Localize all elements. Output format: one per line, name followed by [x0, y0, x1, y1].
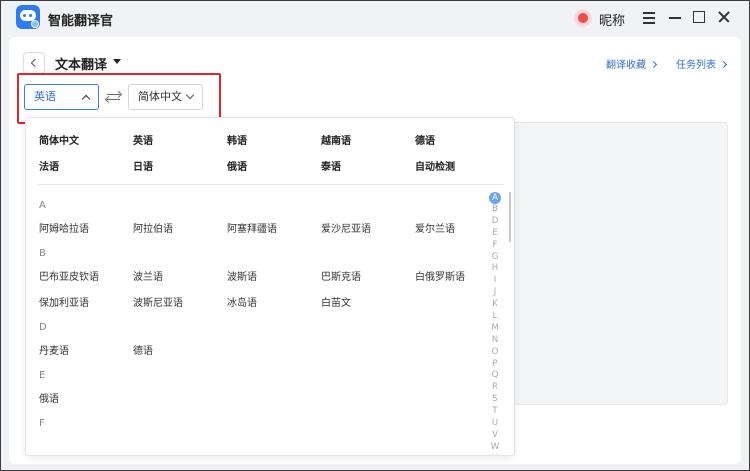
language-option[interactable]: 阿姆哈拉语 — [39, 220, 89, 235]
language-option[interactable]: 巴斯克语 — [321, 268, 361, 283]
back-button[interactable] — [23, 52, 45, 74]
letter-heading: A — [39, 200, 46, 211]
alphabet-letter[interactable]: J — [488, 287, 502, 299]
letter-heading: B — [39, 248, 46, 259]
alphabet-letter[interactable]: X — [488, 454, 502, 455]
language-option[interactable]: 巴布亚皮钦语 — [39, 268, 99, 283]
language-option[interactable]: 波兰语 — [133, 268, 163, 283]
alphabet-letter[interactable]: P — [488, 359, 502, 371]
caret-down-icon[interactable] — [113, 59, 121, 64]
app-title: 智能翻译官 — [48, 14, 114, 29]
alphabet-letter[interactable]: V — [488, 430, 502, 442]
language-option[interactable]: 自动检测 — [415, 158, 455, 173]
language-option[interactable]: 俄语 — [39, 390, 59, 405]
app-logo-icon — [16, 5, 40, 29]
title-bar: 智能翻译官 昵称 — [1, 1, 749, 35]
alphabet-letter[interactable]: K — [488, 299, 502, 311]
language-option[interactable]: 法语 — [39, 158, 59, 173]
alphabet-letter[interactable]: U — [488, 418, 502, 430]
close-icon[interactable] — [714, 7, 734, 27]
alphabet-letter[interactable]: D — [488, 216, 502, 228]
alphabet-index: ABDEFGHIJKLMNOPQRSTUVWXYZ — [488, 192, 502, 455]
alphabet-letter[interactable]: E — [488, 228, 502, 240]
alphabet-letter[interactable]: A — [489, 192, 501, 204]
alphabet-letter[interactable]: R — [488, 382, 502, 394]
alphabet-letter[interactable]: S — [488, 394, 502, 406]
favorites-link[interactable]: 翻译收藏 — [606, 56, 658, 71]
language-option[interactable]: 阿塞拜疆语 — [227, 220, 277, 235]
page-title[interactable]: 文本翻译 — [55, 54, 107, 73]
language-dropdown: 简体中文 英语 韩语 越南语 德语 法语 日语 俄语 泰语 自动检测 A 阿姆哈… — [25, 117, 515, 456]
language-option[interactable]: 冰岛语 — [227, 294, 257, 309]
chevron-right-icon — [719, 60, 728, 69]
language-option[interactable]: 阿拉伯语 — [133, 220, 173, 235]
scrollbar[interactable] — [509, 192, 511, 242]
alphabet-letter[interactable]: Q — [488, 370, 502, 382]
alphabet-letter[interactable]: N — [488, 335, 502, 347]
alphabet-letter[interactable]: B — [488, 204, 502, 216]
language-option[interactable]: 简体中文 — [39, 132, 79, 147]
alphabet-letter[interactable]: F — [488, 240, 502, 252]
tasks-link[interactable]: 任务列表 — [676, 56, 728, 71]
language-option[interactable]: 波斯尼亚语 — [133, 294, 183, 309]
menu-icon[interactable] — [639, 7, 659, 27]
maximize-icon[interactable] — [689, 7, 709, 27]
language-option[interactable]: 俄语 — [227, 158, 247, 173]
language-option[interactable]: 德语 — [415, 132, 435, 147]
language-option[interactable]: 泰语 — [321, 158, 341, 173]
language-option[interactable]: 日语 — [133, 158, 153, 173]
alphabet-letter[interactable]: L — [488, 311, 502, 323]
language-option[interactable]: 越南语 — [321, 132, 351, 147]
letter-heading: D — [39, 322, 47, 333]
minimize-icon[interactable] — [665, 7, 685, 27]
app-window: 智能翻译官 昵称 文本翻译 翻译收藏 任务列表 英语 简体中文 简体中文 英语 … — [0, 0, 750, 471]
language-option[interactable]: 爱沙尼亚语 — [321, 220, 371, 235]
alphabet-letter[interactable]: G — [488, 252, 502, 264]
language-option[interactable]: 白苗文 — [321, 294, 351, 309]
avatar[interactable] — [574, 9, 592, 27]
language-option[interactable]: 韩语 — [227, 132, 247, 147]
language-option[interactable]: 德语 — [133, 342, 153, 357]
language-option[interactable]: 保加利亚语 — [39, 294, 89, 309]
language-option[interactable]: 白俄罗斯语 — [415, 268, 465, 283]
language-option[interactable]: 丹麦语 — [39, 342, 69, 357]
alphabet-letter[interactable]: W — [488, 442, 502, 454]
divider — [38, 184, 504, 185]
alphabet-letter[interactable]: I — [488, 275, 502, 287]
letter-heading: F — [39, 418, 45, 429]
language-option[interactable]: 波斯语 — [227, 268, 257, 283]
alphabet-letter[interactable]: T — [488, 406, 502, 418]
alphabet-letter[interactable]: M — [488, 323, 502, 335]
translation-output-area[interactable] — [504, 122, 728, 405]
language-option[interactable]: 英语 — [133, 132, 153, 147]
chevron-right-icon — [649, 60, 658, 69]
alphabet-letter[interactable]: H — [488, 263, 502, 275]
alphabet-letter[interactable]: O — [488, 347, 502, 359]
user-nickname[interactable]: 昵称 — [599, 10, 625, 29]
language-option[interactable]: 爱尔兰语 — [415, 220, 455, 235]
letter-heading: E — [39, 370, 46, 381]
